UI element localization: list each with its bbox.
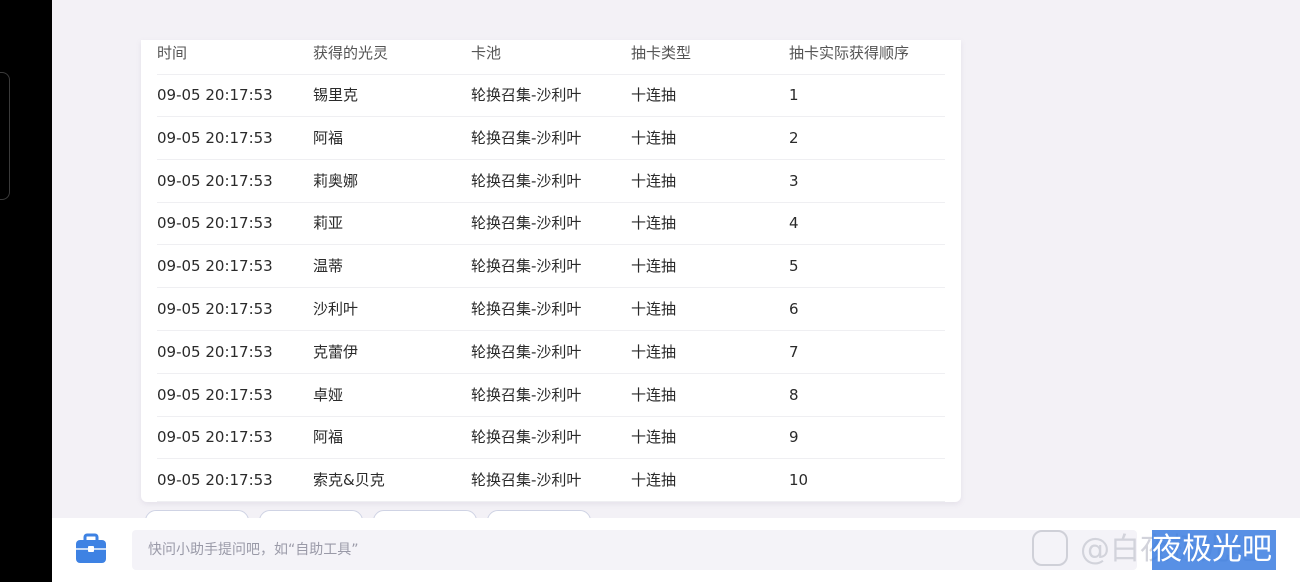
cell-time: 09-05 20:17:53 [157,385,273,404]
cell-pool: 轮换召集-沙利叶 [471,171,582,190]
cell-character: 阿福 [313,428,344,447]
cell-order: 6 [789,300,799,318]
cell-draw-type: 十连抽 [631,300,677,318]
cell-pool: 轮换召集-沙利叶 [471,128,582,147]
table-row[interactable]: 09-05 20:17:53 卓娅 轮换召集-沙利叶 十连抽 8 [157,374,945,417]
left-screen-edge [0,0,52,582]
cell-time: 09-05 20:17:53 [157,86,273,104]
cell-time: 09-05 20:17:53 [157,342,273,361]
table-row[interactable]: 09-05 20:17:53 索克&贝克 轮换召集-沙利叶 十连抽 10 [157,459,945,503]
cell-draw-type: 十连抽 [631,428,677,447]
table-row[interactable]: 09-05 20:17:53 莉奥娜 轮换召集-沙利叶 十连抽 3 [157,160,945,203]
cell-draw-type: 十连抽 [631,86,677,104]
cell-draw-type: 十连抽 [631,171,677,190]
cell-draw-type: 十连抽 [631,128,677,147]
cell-order: 1 [789,86,799,104]
cell-character: 索克&贝克 [313,471,385,490]
cell-time: 09-05 20:17:53 [157,171,273,190]
cell-character: 卓娅 [313,385,344,404]
cell-time: 09-05 20:17:53 [157,128,273,147]
header-order: 抽卡实际获得顺序 [789,44,910,62]
cell-character: 温蒂 [313,257,344,276]
cell-pool: 轮换召集-沙利叶 [471,428,582,447]
assistant-bar: @白夜极光吧 夜极光吧 [52,518,1300,582]
cell-pool: 轮换召集-沙利叶 [471,86,582,104]
cell-character: 阿福 [313,128,344,147]
watermark-highlight-text: 夜极光吧 [1152,532,1272,567]
cell-character: 克蕾伊 [313,342,359,361]
assistant-input[interactable] [132,530,1137,570]
header-time: 时间 [157,44,188,62]
cell-order: 9 [789,428,799,447]
table-row[interactable]: 09-05 20:17:53 阿福 轮换召集-沙利叶 十连抽 9 [157,416,945,460]
cell-pool: 轮换召集-沙利叶 [471,342,582,361]
cell-order: 5 [789,257,799,276]
cell-draw-type: 十连抽 [631,214,677,233]
toolbox-icon[interactable] [74,532,108,566]
cell-draw-type: 十连抽 [631,342,677,361]
cell-pool: 轮换召集-沙利叶 [471,471,582,490]
header-draw-type: 抽卡类型 [631,44,692,62]
cell-order: 4 [789,214,799,233]
table-row[interactable]: 09-05 20:17:53 阿福 轮换召集-沙利叶 十连抽 2 [157,117,945,160]
draw-record-card: 时间 获得的光灵 卡池 抽卡类型 抽卡实际获得顺序 09-05 20:17:53… [141,40,961,503]
cell-time: 09-05 20:17:53 [157,214,273,233]
table-header: 时间 获得的光灵 卡池 抽卡类型 抽卡实际获得顺序 [157,40,945,75]
cell-character: 锡里克 [313,86,359,104]
header-character: 获得的光灵 [313,44,389,62]
cell-character: 莉奥娜 [313,171,359,190]
cell-draw-type: 十连抽 [631,385,677,404]
cell-character: 沙利叶 [313,300,359,318]
cell-order: 2 [789,128,799,147]
cell-pool: 轮换召集-沙利叶 [471,385,582,404]
table-row[interactable]: 09-05 20:17:53 克蕾伊 轮换召集-沙利叶 十连抽 7 [157,331,945,374]
cell-time: 09-05 20:17:53 [157,428,273,447]
cell-time: 09-05 20:17:53 [157,471,273,490]
tieba-bear-icon [1032,530,1068,566]
cell-pool: 轮换召集-沙利叶 [471,257,582,276]
cell-time: 09-05 20:17:53 [157,257,273,276]
cell-order: 7 [789,342,799,361]
header-pool: 卡池 [471,44,502,62]
cell-order: 10 [789,471,809,490]
cell-order: 3 [789,171,799,190]
table-row[interactable]: 09-05 20:17:53 温蒂 轮换召集-沙利叶 十连抽 5 [157,245,945,289]
cell-time: 09-05 20:17:53 [157,300,273,318]
cell-pool: 轮换召集-沙利叶 [471,300,582,318]
cell-pool: 轮换召集-沙利叶 [471,214,582,233]
table-row[interactable]: 09-05 20:17:53 莉亚 轮换召集-沙利叶 十连抽 4 [157,202,945,246]
cell-order: 8 [789,385,799,404]
cell-draw-type: 十连抽 [631,471,677,490]
table-row[interactable]: 09-05 20:17:53 锡里克 轮换召集-沙利叶 十连抽 1 [157,74,945,117]
table-row[interactable]: 09-05 20:17:53 沙利叶 轮换召集-沙利叶 十连抽 6 [157,288,945,331]
cell-draw-type: 十连抽 [631,257,677,276]
side-handle[interactable] [0,72,10,200]
cell-character: 莉亚 [313,214,344,233]
